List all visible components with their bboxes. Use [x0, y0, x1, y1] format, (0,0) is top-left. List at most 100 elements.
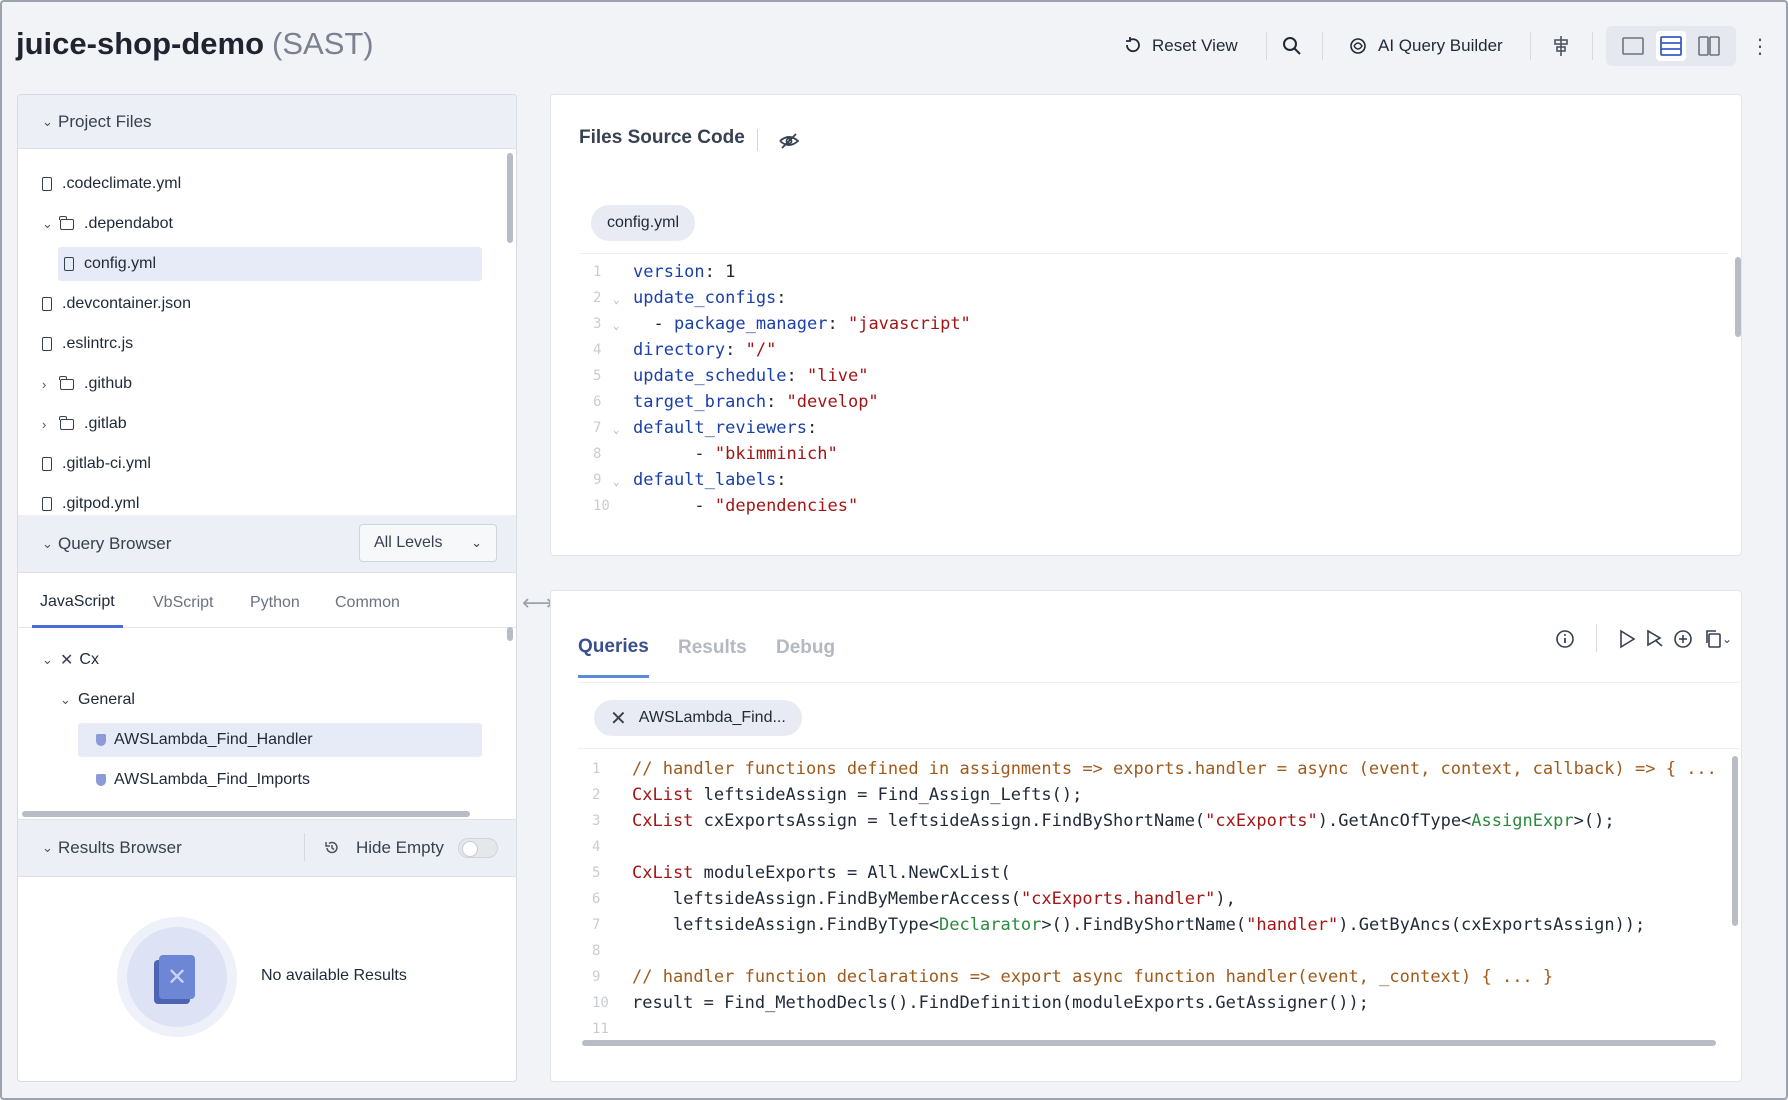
query-browser-title: Query Browser [58, 533, 172, 553]
copy-icon [1706, 630, 1721, 648]
divider [578, 748, 1742, 749]
history-button[interactable] [320, 836, 344, 860]
project-files-scrollbar[interactable] [507, 153, 513, 243]
scan-type: (SAST) [272, 26, 374, 61]
fold-arrow-icon[interactable]: ⌄ [613, 319, 620, 332]
tree-item-query[interactable]: AWSLambda_Find_Imports [78, 763, 482, 797]
search-button[interactable] [1282, 30, 1302, 62]
kebab-icon: ⋮ [1750, 35, 1770, 58]
add-query-button[interactable] [1670, 626, 1696, 652]
query-label: AWSLambda_Find_Handler [114, 731, 313, 748]
search-icon [1283, 37, 1301, 55]
chevron-down-icon: ⌄ [42, 535, 53, 551]
file-label: .gitpod.yml [62, 495, 140, 512]
cx-logo-icon: ✕ [60, 652, 74, 669]
file-label: config.yml [84, 255, 157, 272]
reset-view-button[interactable]: Reset View [1122, 30, 1238, 62]
query-tree-hscrollbar[interactable] [22, 811, 470, 817]
code-line: 6 target_branch: "develop" [593, 392, 879, 412]
project-files-header[interactable]: ⌄ Project Files [18, 95, 516, 149]
fold-arrow-icon[interactable]: ⌄ [613, 293, 620, 306]
source-scrollbar[interactable] [1735, 257, 1741, 337]
tab-queries[interactable]: Queries [578, 618, 649, 678]
folder-icon [59, 415, 74, 430]
tree-item-folder[interactable]: › .github [42, 367, 482, 401]
tree-item-query-selected[interactable]: AWSLambda_Find_Handler [78, 723, 482, 757]
tab-debug[interactable]: Debug [776, 618, 835, 678]
tree-group-label: General [78, 691, 135, 708]
line-number: 4 [592, 839, 601, 855]
ai-query-builder-label: AI Query Builder [1378, 36, 1503, 55]
divider [1592, 32, 1593, 60]
line-number: 8 [592, 943, 601, 959]
left-sidebar: ⌄ Project Files .codeclimate.yml ⌄ .depen… [17, 94, 517, 1082]
tree-item-folder[interactable]: ⌄ .dependabot [42, 207, 482, 241]
fold-arrow-icon[interactable]: ⌄ [613, 475, 620, 488]
code-line: 10 - "dependencies" [593, 496, 859, 516]
align-icon [1554, 36, 1568, 56]
hide-empty-label: Hide Empty [356, 838, 444, 857]
tree-item-file-selected[interactable]: config.yml [58, 247, 482, 281]
more-menu-button[interactable]: ⋮ [1750, 30, 1770, 62]
tree-item-file[interactable]: .devcontainer.json [42, 287, 482, 321]
tree-item-file[interactable]: .gitlab-ci.yml [42, 447, 482, 481]
run-button[interactable] [1614, 626, 1640, 652]
resize-handle-icon[interactable]: ⟷ [522, 590, 554, 616]
file-tab-label: config.yml [607, 214, 680, 231]
tab-results[interactable]: Results [678, 618, 747, 678]
chevron-down-icon: ⌄ [42, 216, 53, 231]
copy-menu-button[interactable]: ⌄ [1698, 626, 1738, 652]
cx-logo-icon: ✕ [610, 707, 627, 730]
tree-item-file[interactable]: .eslintrc.js [42, 327, 482, 361]
ai-sparkle-icon [1350, 38, 1366, 54]
layout-stacked-button[interactable] [1656, 31, 1686, 61]
run-cursor-icon [1647, 629, 1663, 647]
file-label: .devcontainer.json [62, 295, 191, 312]
level-select[interactable]: All Levels ⌄ [359, 524, 497, 562]
divider [757, 129, 758, 151]
query-tab-label: AWSLambda_Find... [638, 709, 786, 726]
tab-common[interactable]: Common [335, 578, 400, 628]
query-tree-scrollbar[interactable] [507, 627, 513, 641]
chevron-down-icon: ⌄ [471, 535, 482, 550]
tab-label: JavaScript [40, 592, 115, 610]
hide-empty-toggle[interactable] [457, 838, 498, 858]
columns-pane-icon [1698, 36, 1720, 56]
hide-source-button[interactable] [777, 129, 801, 153]
tree-item-folder[interactable]: › .gitlab [42, 407, 482, 441]
layout-single-button[interactable] [1618, 31, 1648, 61]
tree-item-general[interactable]: ⌄ General [60, 683, 480, 717]
line-number: 10 [592, 995, 609, 1011]
layout-columns-button[interactable] [1694, 31, 1724, 61]
run-selected-button[interactable] [1642, 626, 1668, 652]
query-tab-awslambda[interactable]: ✕ AWSLambda_Find... [594, 700, 802, 736]
info-button[interactable] [1552, 626, 1578, 652]
query-code-scrollbar[interactable] [1732, 756, 1738, 926]
tab-python[interactable]: Python [250, 578, 300, 628]
query-code-hscrollbar[interactable] [582, 1040, 1716, 1046]
query-code-editor[interactable]: 1// handler functions defined in assignm… [592, 756, 1732, 1040]
empty-results-illustration: ✕ [117, 917, 237, 1037]
source-code-editor[interactable]: 1 version: 1 2 update_configs: ⌄ 3 - packa… [593, 259, 1693, 545]
project-name: juice-shop-demo [16, 26, 265, 61]
code-line: 9 default_labels: [593, 470, 787, 490]
results-browser-title: Results Browser [58, 838, 182, 857]
divider [579, 253, 1729, 254]
fold-arrow-icon[interactable]: ⌄ [613, 423, 620, 436]
tab-vbscript[interactable]: VbScript [153, 578, 213, 628]
file-icon [64, 257, 74, 271]
code-line: 8 - "bkimminich" [593, 444, 838, 464]
file-tab-config[interactable]: config.yml [591, 205, 696, 241]
code-line: 3 CxList cxExportsAssign = leftsideAssign… [592, 811, 1615, 831]
ai-query-builder-button[interactable]: AI Query Builder [1348, 30, 1503, 62]
chevron-down-icon: ⌄ [42, 113, 53, 129]
file-icon [42, 297, 52, 311]
tab-javascript[interactable]: JavaScript [32, 578, 123, 628]
tree-item-cx[interactable]: ⌄ ✕ Cx [42, 643, 482, 677]
filter-settings-button[interactable] [1552, 30, 1570, 62]
code-line: 7 default_reviewers: [593, 418, 818, 438]
folder-label: .dependabot [84, 215, 173, 232]
tree-item-file[interactable]: .codeclimate.yml [42, 167, 482, 201]
shield-icon [96, 774, 106, 786]
reset-icon [1126, 37, 1140, 53]
